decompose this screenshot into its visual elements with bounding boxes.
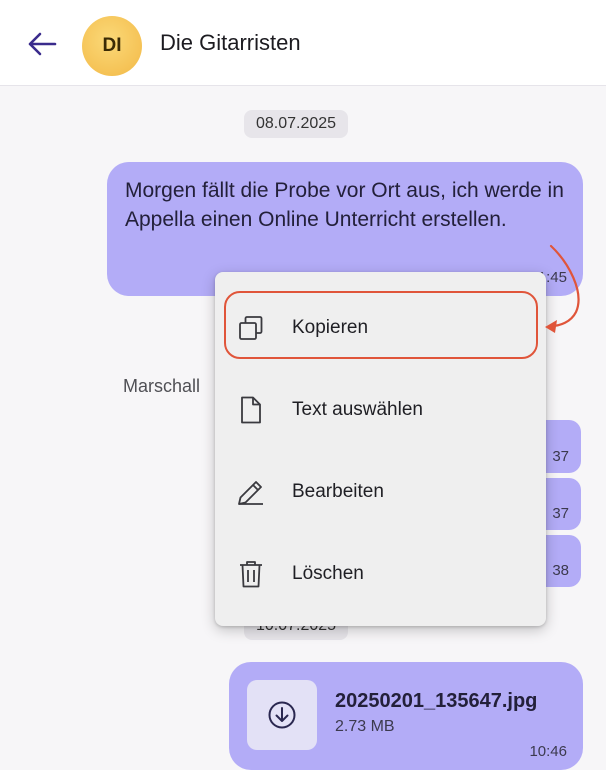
message-time: 37 [552, 505, 569, 522]
menu-item-edit[interactable]: Bearbeiten [215, 451, 546, 533]
chat-header: DI Die Gitarristen [0, 0, 606, 86]
back-arrow-icon [28, 32, 57, 56]
menu-item-select-text[interactable]: Text auswählen [215, 369, 546, 451]
annotation-highlight [224, 291, 538, 359]
message-text: Morgen fällt die Probe vor Ort aus, ich … [125, 179, 564, 231]
chat-title[interactable]: Die Gitarristen [160, 30, 301, 56]
date-chip: 08.07.2025 [244, 110, 349, 138]
message-time: 37 [552, 448, 569, 465]
message-time: 10:46 [529, 743, 567, 760]
trash-icon [235, 558, 267, 590]
menu-item-label: Löschen [292, 563, 364, 584]
back-button[interactable] [24, 28, 60, 60]
document-icon [235, 394, 267, 426]
pencil-icon [235, 476, 267, 508]
avatar[interactable]: DI [82, 16, 142, 76]
menu-item-label: Bearbeiten [292, 481, 384, 502]
sender-label: Marschall [123, 376, 201, 396]
file-name: 20250201_135647.jpg [335, 690, 538, 712]
menu-item-label: Text auswählen [292, 399, 423, 420]
file-message-bubble[interactable]: 20250201_135647.jpg 2.73 MB 10:46 [229, 662, 583, 770]
download-icon [268, 701, 296, 729]
file-size: 2.73 MB [335, 718, 395, 735]
menu-item-delete[interactable]: Löschen [215, 533, 546, 615]
download-button[interactable] [247, 680, 317, 750]
message-time: 38 [552, 562, 569, 579]
